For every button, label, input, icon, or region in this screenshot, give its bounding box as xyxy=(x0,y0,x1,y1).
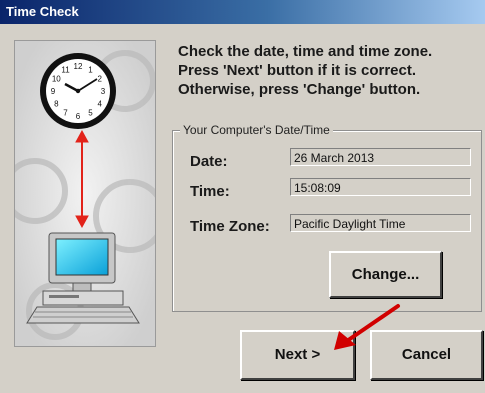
instructions-text: Check the date, time and time zone. Pres… xyxy=(178,42,478,99)
clock-numeral: 4 xyxy=(97,100,102,109)
clock-icon: 12 12 3 45678 9 1011 xyxy=(40,53,116,129)
change-button-label: Change... xyxy=(351,266,420,283)
clock-numeral: 5 xyxy=(88,109,93,118)
groupbox-legend: Your Computer's Date/Time xyxy=(180,123,333,137)
window-title: Time Check xyxy=(6,4,79,19)
clock-numeral: 10 xyxy=(52,75,61,84)
time-zone-label: Time Zone: xyxy=(190,218,270,235)
clock-numeral: 3 xyxy=(101,87,106,96)
time-check-dialog: Time Check 12 1 2 3 4 5 6 7 8 9 10 11 Ch… xyxy=(0,0,485,393)
clock-numeral: 7 xyxy=(63,109,68,118)
cancel-button-label: Cancel xyxy=(401,346,452,363)
clock-numeral: 11 xyxy=(61,65,70,74)
instruction-line: Press 'Next' button if it is correct. xyxy=(178,62,417,79)
cancel-button[interactable]: Cancel xyxy=(370,330,483,380)
time-value-field: 15:08:09 xyxy=(290,178,471,196)
date-value-field: 26 March 2013 xyxy=(290,148,471,166)
instruction-line: Otherwise, press 'Change' button. xyxy=(178,81,421,98)
title-bar[interactable]: Time Check xyxy=(0,0,485,24)
instruction-line: Check the date, time and time zone. xyxy=(178,43,433,60)
date-label: Date: xyxy=(190,153,228,170)
time-zone-value-field: Pacific Daylight Time xyxy=(290,214,471,232)
next-button-label: Next > xyxy=(274,346,321,363)
time-label: Time: xyxy=(190,183,230,200)
clock-numeral: 2 xyxy=(97,75,102,84)
clock-numeral: 6 xyxy=(76,112,81,121)
clock-numeral: 9 xyxy=(51,87,56,96)
change-button[interactable]: Change... xyxy=(329,251,442,298)
clock-numeral: 1 xyxy=(88,65,93,74)
next-button[interactable]: Next > xyxy=(240,330,355,380)
clock-numeral: 12 xyxy=(74,62,83,71)
clock-computer-illustration: 12 1 2 3 4 5 6 7 8 9 10 11 xyxy=(14,40,156,347)
clock-numeral: 8 xyxy=(54,100,59,109)
